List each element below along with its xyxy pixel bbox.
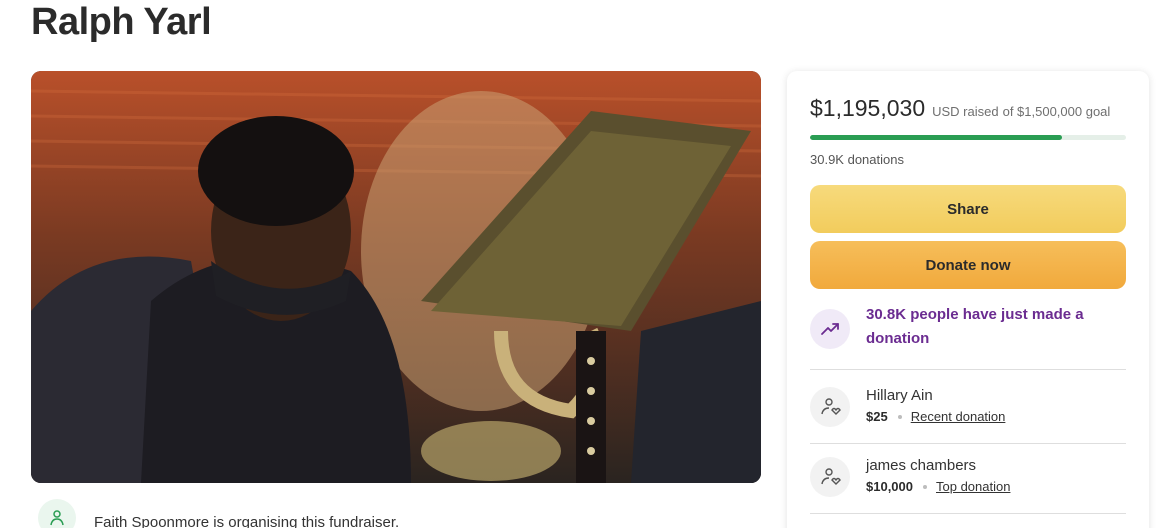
campaign-photo-graphic — [31, 71, 761, 483]
page-title: Ralph Yarl — [31, 1, 212, 43]
organiser-text: Faith Spoonmore is organising this fundr… — [94, 513, 400, 528]
share-button[interactable]: Share — [810, 185, 1126, 233]
progress-bar — [810, 135, 1126, 140]
donor-item: Hillary Ain $25 Recent donation — [810, 385, 1126, 427]
raised-summary: $1,195,030 USD raised of $1,500,000 goal — [810, 95, 1110, 122]
separator-dot — [923, 484, 927, 489]
donor-amount: $25 — [866, 409, 888, 424]
donor-name: james chambers — [866, 457, 977, 474]
organiser-row: Faith Spoonmore is organising this fundr… — [38, 498, 399, 528]
campaign-photo — [31, 71, 761, 483]
separator-dot — [897, 414, 902, 419]
raised-currency: USD raised — [932, 104, 999, 119]
heart-hand-icon — [810, 457, 850, 497]
trend-notice: 30.8K people have just made a donation — [810, 303, 1126, 351]
donation-card: $1,195,030 USD raised of $1,500,000 goal… — [787, 71, 1149, 528]
progress-fill — [810, 135, 1062, 140]
top-donation-link[interactable]: Top donation — [936, 479, 1010, 494]
divider — [810, 513, 1126, 514]
goal-text: of $1,500,000 goal — [1002, 104, 1111, 119]
donate-button[interactable]: Donate now — [810, 241, 1126, 289]
donor-item: james chambers $10,000 Top donation — [810, 455, 1126, 497]
divider — [810, 369, 1126, 370]
divider — [810, 443, 1126, 444]
donor-name: Hillary Ain — [866, 387, 933, 404]
donation-count: 30.9K donations — [810, 152, 904, 167]
raised-amount: $1,195,030 — [810, 95, 926, 121]
donor-amount: $10,000 — [866, 479, 913, 494]
heart-hand-icon — [810, 387, 850, 427]
trending-up-icon — [810, 309, 850, 349]
recent-donation-link[interactable]: Recent donation — [911, 409, 1006, 424]
heart-hand-icon — [38, 499, 76, 528]
trend-text: 30.8K people have just made a donation — [866, 306, 1084, 347]
